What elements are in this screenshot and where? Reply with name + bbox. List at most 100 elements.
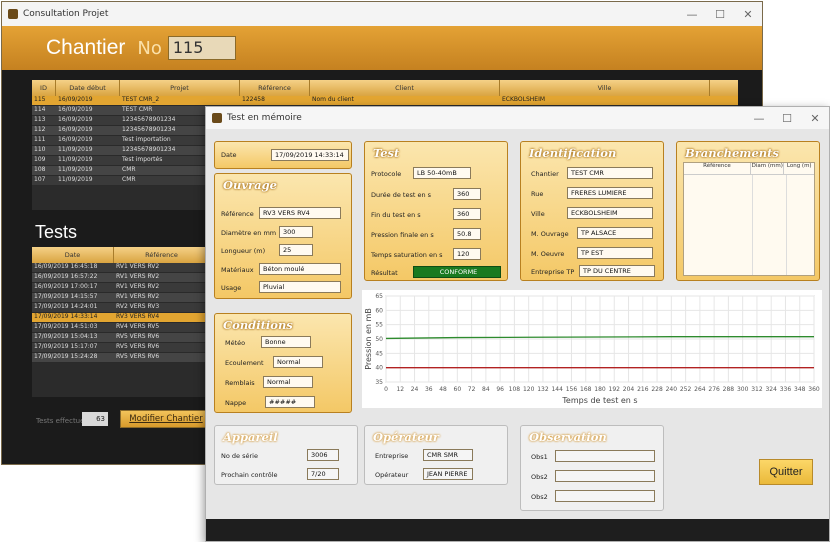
project-cell: 11/09/2019 xyxy=(58,176,93,183)
longueur-label: Longueur (m) xyxy=(221,247,266,255)
protocole-field[interactable]: LB 50-40mB xyxy=(413,167,471,179)
controle-field[interactable]: 7/20 xyxy=(307,468,339,480)
test-title: Test xyxy=(373,146,400,160)
x-tick-label: 276 xyxy=(708,386,720,393)
test-row[interactable]: 16/09/2019 16:57:22 RV1 VERS RV2 xyxy=(32,273,210,283)
minimize-icon[interactable]: — xyxy=(745,112,773,125)
quit-button[interactable]: Quitter xyxy=(759,459,813,485)
pression-field[interactable]: 50.8 xyxy=(453,228,481,240)
entreprise-tp-field[interactable]: TP DU CENTRE xyxy=(579,265,655,277)
branchements-grid[interactable]: Référence Diam (mm) Long (m) xyxy=(683,162,815,276)
nappe-field[interactable]: ##### xyxy=(265,396,315,408)
close-icon[interactable]: ✕ xyxy=(801,112,829,125)
usage-field[interactable]: Pluvial xyxy=(259,281,341,293)
longueur-field[interactable]: 25 xyxy=(279,244,313,256)
x-tick-label: 72 xyxy=(468,386,476,393)
tests-col-header[interactable]: Date xyxy=(32,247,114,263)
diametre-field[interactable]: 300 xyxy=(279,226,313,238)
test-row[interactable]: 17/09/2019 14:15:57 RV1 VERS RV2 xyxy=(32,293,210,303)
test-cell: 17/09/2019 14:33:14 xyxy=(34,313,98,320)
test-row[interactable]: 16/09/2019 17:00:17 RV1 VERS RV2 xyxy=(32,283,210,293)
test-row[interactable]: 17/09/2019 15:04:13 RV5 VERS RV6 xyxy=(32,333,210,343)
operateur-field[interactable]: JEAN PIERRE xyxy=(423,468,473,480)
pressure-chart: 0 12 24 36 48 60 72 84 96 108 120 132 144 156 168 180 19… xyxy=(362,290,822,408)
date-label: Date xyxy=(221,151,237,159)
tests-grid[interactable]: Date Référence 16/09/2019 16:45:18 RV1 VER… xyxy=(32,247,210,397)
x-tick-label: 144 xyxy=(551,386,563,393)
maximize-icon[interactable]: ☐ xyxy=(773,112,801,125)
minimize-icon[interactable]: — xyxy=(678,8,706,21)
ecoulement-field[interactable]: Normal xyxy=(273,356,323,368)
y-tick-label: 60 xyxy=(375,307,383,314)
tests-col-header[interactable]: Référence xyxy=(114,247,210,263)
observation-title: Observation xyxy=(529,430,607,444)
x-tick-label: 252 xyxy=(680,386,692,393)
x-tick-label: 156 xyxy=(566,386,578,393)
test-row[interactable]: 17/09/2019 15:24:28 RV5 VERS RV6 xyxy=(32,353,210,363)
test-cell: 16/09/2019 16:57:22 xyxy=(34,273,98,280)
x-tick-label: 12 xyxy=(396,386,404,393)
chantier-number-field[interactable]: 115 xyxy=(167,36,236,60)
projects-col-header[interactable]: Date début xyxy=(56,80,120,96)
ville-field[interactable]: ECKBOLSHEIM xyxy=(567,207,653,219)
test-row[interactable]: 17/09/2019 15:17:07 RV5 VERS RV6 xyxy=(32,343,210,353)
meteo-field[interactable]: Bonne xyxy=(261,336,311,348)
x-tick-label: 264 xyxy=(694,386,706,393)
projects-col-header[interactable]: Projet xyxy=(120,80,240,96)
x-tick-label: 36 xyxy=(425,386,433,393)
test-window-title: Test en mémoire xyxy=(227,113,302,123)
projects-col-header[interactable]: ID xyxy=(32,80,56,96)
tests-grid-header: Date Référence xyxy=(32,247,210,263)
project-cell: 16/09/2019 xyxy=(58,116,93,123)
usage-label: Usage xyxy=(221,284,242,292)
app-icon xyxy=(8,9,18,19)
mouvrage-label: M. Ouvrage xyxy=(531,230,569,238)
duree-label: Durée de test en s xyxy=(371,191,432,199)
test-cell: 17/09/2019 15:04:13 xyxy=(34,333,98,340)
moeuvre-field[interactable]: TP EST xyxy=(577,247,653,259)
x-tick-label: 360 xyxy=(808,386,820,393)
project-cell: 16/09/2019 xyxy=(58,106,93,113)
remblais-field[interactable]: Normal xyxy=(263,376,313,388)
project-cell: 122458 xyxy=(242,96,265,103)
x-tick-label: 348 xyxy=(794,386,806,393)
chantier-field[interactable]: TEST CMR xyxy=(567,167,653,179)
date-field[interactable]: 17/09/2019 14:33:14 xyxy=(271,149,349,161)
saturation-field[interactable]: 120 xyxy=(453,248,481,260)
close-icon[interactable]: ✕ xyxy=(734,8,762,21)
maximize-icon[interactable]: ☐ xyxy=(706,8,734,21)
test-row[interactable]: 17/09/2019 14:24:01 RV2 VERS RV3 xyxy=(32,303,210,313)
test-row[interactable]: 17/09/2019 14:51:03 RV4 VERS RV5 xyxy=(32,323,210,333)
duree-field[interactable]: 360 xyxy=(453,188,481,200)
obs3-field[interactable] xyxy=(555,490,655,502)
fin-label: Fin du test en s xyxy=(371,211,421,219)
identification-panel: Identification Chantier TEST CMR Rue FRE… xyxy=(520,141,664,281)
operateur-label: Opérateur xyxy=(375,471,409,479)
rue-field[interactable]: FRERES LUMIERE xyxy=(567,187,653,199)
diametre-label: Diamètre en mm xyxy=(221,229,277,237)
projects-col-header[interactable]: Client xyxy=(310,80,500,96)
fin-field[interactable]: 360 xyxy=(453,208,481,220)
project-cell: 11/09/2019 xyxy=(58,166,93,173)
test-row[interactable]: 17/09/2019 14:33:14 RV3 VERS RV4 xyxy=(32,313,210,323)
x-tick-label: 132 xyxy=(537,386,549,393)
y-tick-label: 45 xyxy=(375,350,383,357)
y-tick-label: 35 xyxy=(375,379,383,386)
x-tick-label: 120 xyxy=(523,386,535,393)
modifier-chantier-button[interactable]: Modifier Chantier xyxy=(120,410,212,428)
reference-field[interactable]: RV3 VERS RV4 xyxy=(259,207,341,219)
materiaux-field[interactable]: Béton moulé xyxy=(259,263,341,275)
operateur-entreprise-field[interactable]: CMR SMR xyxy=(423,449,473,461)
tests-count-label: Tests effectués xyxy=(36,417,89,425)
projects-col-header[interactable]: Référence xyxy=(240,80,310,96)
project-row[interactable]: 115 16/09/2019 TEST CMR_2 122458 Nom du clie… xyxy=(32,96,738,106)
serie-field[interactable]: 3006 xyxy=(307,449,339,461)
projects-col-header[interactable]: Ville xyxy=(500,80,710,96)
test-row[interactable]: 16/09/2019 16:45:18 RV1 VERS RV2 xyxy=(32,263,210,273)
mouvrage-field[interactable]: TP ALSACE xyxy=(577,227,653,239)
obs2-field[interactable] xyxy=(555,470,655,482)
obs1-field[interactable] xyxy=(555,450,655,462)
test-cell: RV3 VERS RV4 xyxy=(116,313,160,320)
moeuvre-label: M. Oeuvre xyxy=(531,250,565,258)
x-tick-label: 228 xyxy=(651,386,663,393)
